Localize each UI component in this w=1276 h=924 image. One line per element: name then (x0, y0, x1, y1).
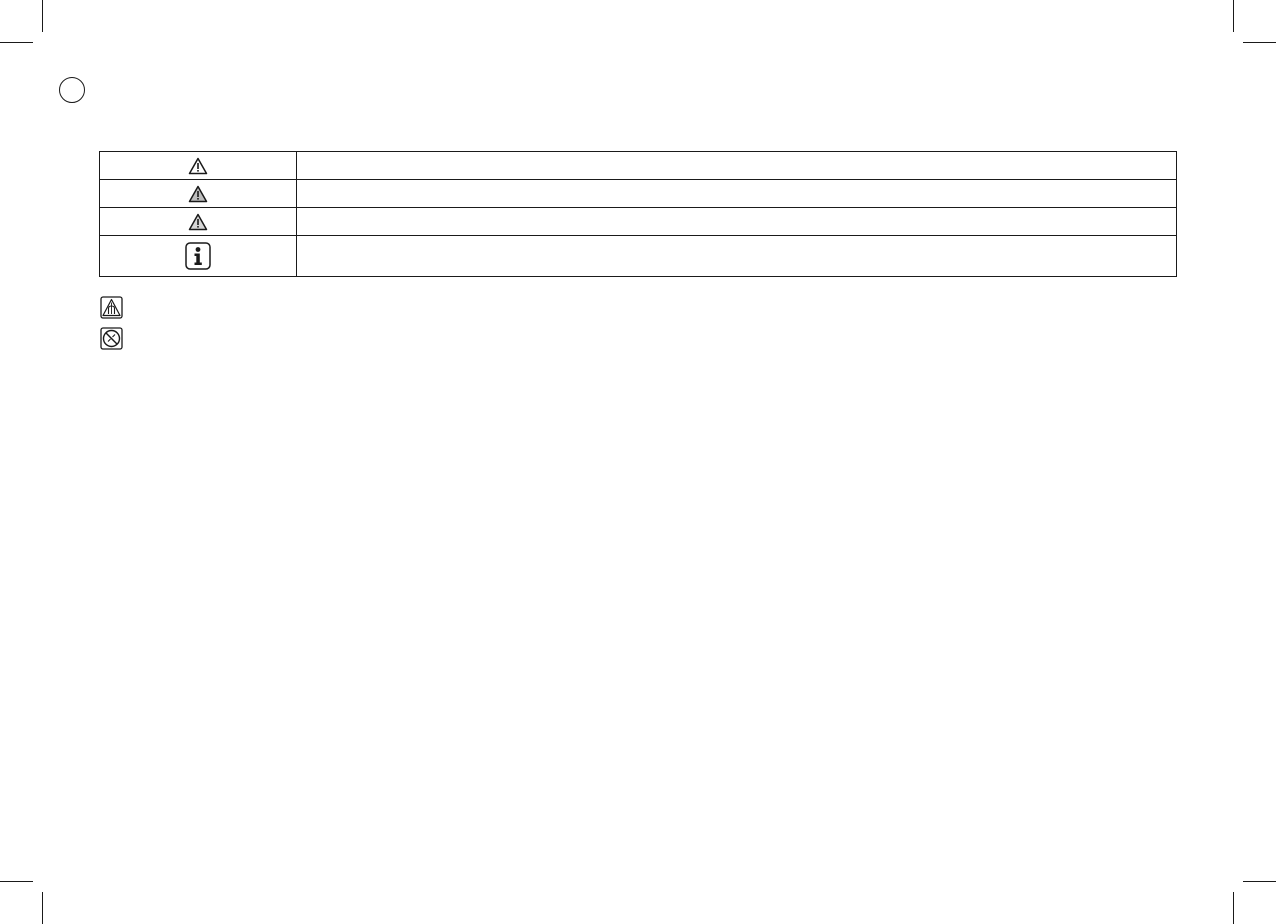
ce-hazard-icon (100, 296, 123, 319)
crop-mark-bottom-left-v (42, 892, 43, 924)
legend-row-text (296, 235, 1177, 277)
no-disassemble-icon (100, 327, 123, 350)
crop-mark-bottom-right-h (1243, 881, 1276, 882)
crop-mark-top-right-h (1243, 42, 1276, 43)
safety-legend-table (99, 151, 1177, 277)
list-item (100, 296, 133, 319)
legend-row (99, 179, 1177, 208)
legend-row-text (296, 151, 1177, 180)
crop-mark-top-left-h (0, 42, 33, 43)
language-badge (59, 77, 85, 103)
warning-grey-icon (188, 185, 208, 202)
legend-row-text (296, 179, 1177, 208)
legend-row-text (296, 207, 1177, 236)
legend-row (99, 235, 1177, 277)
warning-outline-icon (188, 157, 208, 174)
list-item (100, 327, 133, 350)
info-icon (185, 242, 211, 270)
symbol-list (100, 296, 133, 358)
crop-mark-top-left-v (42, 0, 43, 32)
crop-mark-top-right-v (1233, 0, 1234, 32)
legend-row (99, 207, 1177, 236)
crop-mark-bottom-left-h (0, 881, 33, 882)
crop-mark-bottom-right-v (1233, 892, 1234, 924)
warning-grey-icon (188, 213, 208, 230)
legend-row (99, 151, 1177, 180)
